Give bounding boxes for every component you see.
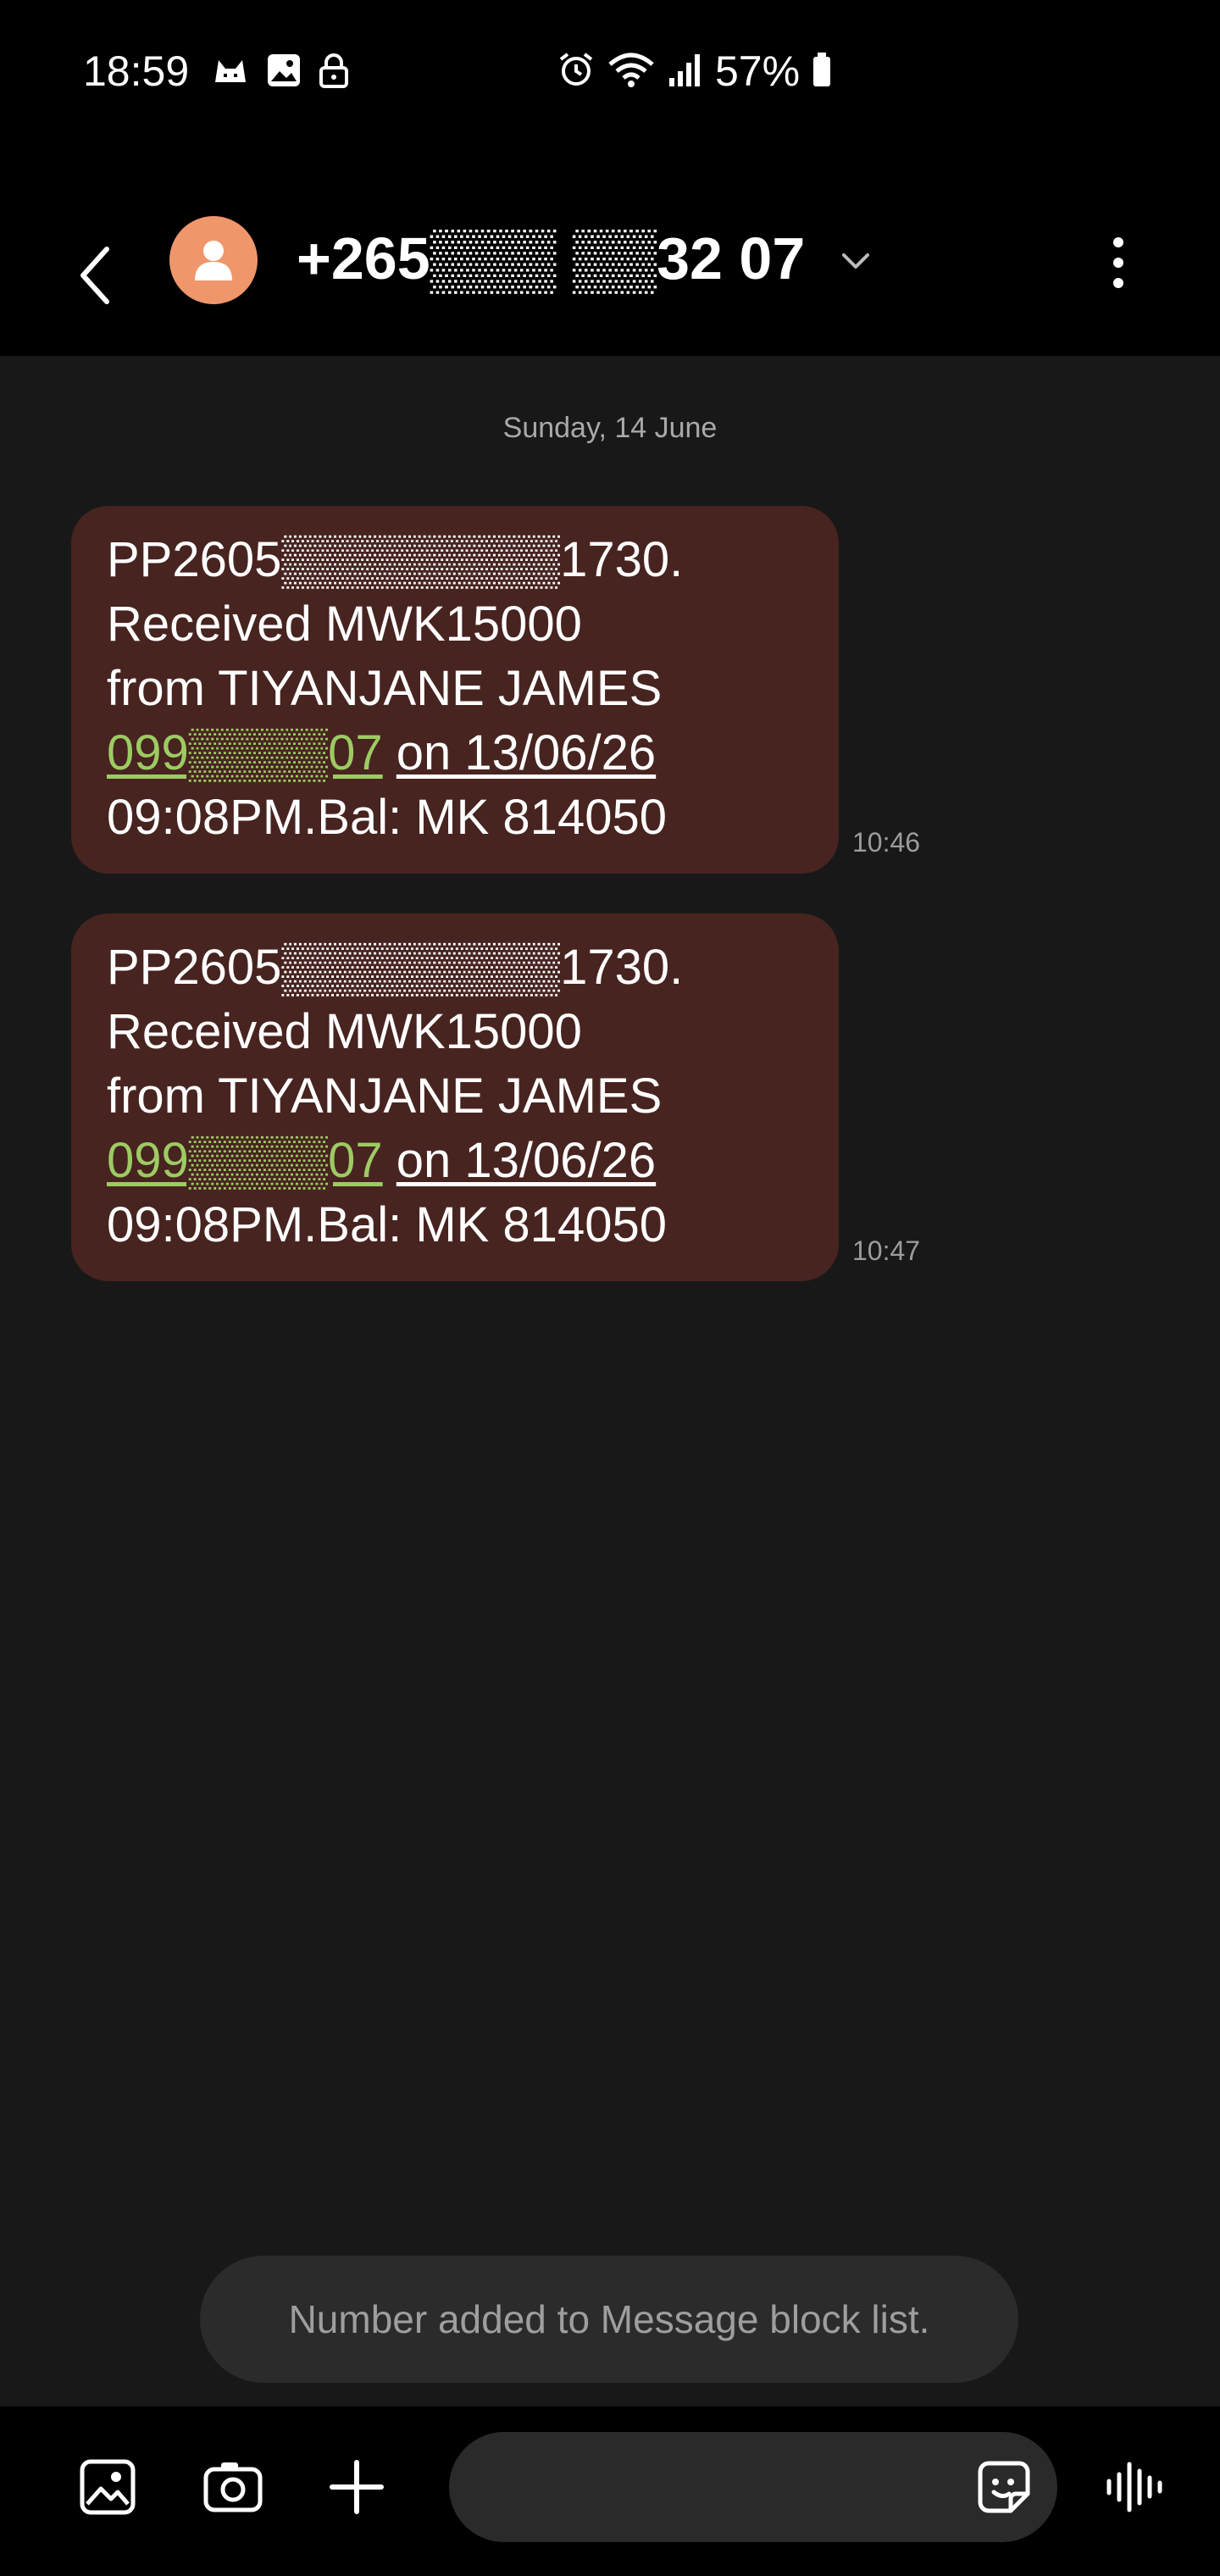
sticker-icon bbox=[978, 2461, 1030, 2513]
camera-button[interactable] bbox=[195, 2449, 271, 2525]
message-line: Received MWK15000 bbox=[107, 1004, 582, 1059]
battery-percentage: 57% bbox=[715, 47, 801, 95]
conversation-header: +265▒▒▒ ▒▒32 07 bbox=[0, 144, 1220, 356]
lock-notification-icon bbox=[319, 53, 349, 92]
cat-notification-icon bbox=[212, 53, 249, 92]
plus-icon bbox=[330, 2460, 384, 2514]
battery-icon bbox=[812, 51, 832, 92]
contact-details-dropdown[interactable] bbox=[839, 244, 873, 278]
status-time: 18:59 bbox=[83, 47, 190, 95]
alarm-icon bbox=[557, 51, 595, 92]
person-icon bbox=[195, 241, 232, 280]
message-bubble[interactable]: PP2605▒▒▒▒▒▒▒▒1730. Received MWK15000 fr… bbox=[71, 506, 839, 874]
date-link[interactable]: on 13/06/26 bbox=[396, 1133, 656, 1188]
wifi-icon bbox=[607, 51, 656, 92]
contact-avatar[interactable] bbox=[169, 216, 258, 304]
message-bubble[interactable]: PP2605▒▒▒▒▒▒▒▒1730. Received MWK15000 fr… bbox=[71, 913, 839, 1281]
message-line-links: 099▒▒▒▒07 on 13/06/26 bbox=[107, 1129, 803, 1193]
message-list[interactable]: Sunday, 14 June PP2605▒▒▒▒▒▒▒▒1730. Rece… bbox=[0, 356, 1220, 2407]
message-line: PP2605▒▒▒▒▒▒▒▒1730. bbox=[107, 532, 684, 587]
contact-number[interactable]: +265▒▒▒ ▒▒32 07 bbox=[297, 225, 805, 292]
message-time: 10:47 bbox=[852, 1235, 921, 1266]
more-options-button[interactable] bbox=[1101, 229, 1135, 297]
message-line: 09:08PM.Bal: MK 814050 bbox=[107, 790, 667, 845]
status-system-icons: 57% bbox=[557, 44, 832, 98]
message-line: from TIYANJANE JAMES bbox=[107, 1069, 663, 1124]
image-icon bbox=[80, 2459, 136, 2515]
attach-button[interactable] bbox=[319, 2449, 395, 2525]
gallery-button[interactable] bbox=[69, 2449, 146, 2525]
voice-record-button[interactable] bbox=[1096, 2449, 1173, 2525]
more-vertical-icon bbox=[1113, 237, 1123, 288]
status-notification-icons bbox=[212, 51, 349, 93]
status-bar: 18:59 57% bbox=[0, 0, 1220, 144]
message-line: Received MWK15000 bbox=[107, 597, 582, 652]
waveform-icon bbox=[1106, 2462, 1162, 2512]
gallery-notification-icon bbox=[266, 53, 302, 92]
message-line-links: 099▒▒▒▒07 on 13/06/26 bbox=[107, 721, 803, 786]
block-list-toast: Number added to Message block list. bbox=[200, 2256, 1018, 2383]
message-composer bbox=[0, 2407, 1220, 2576]
phone-number-link[interactable]: 099▒▒▒▒07 bbox=[107, 1133, 383, 1188]
message-time: 10:46 bbox=[852, 827, 921, 858]
message-line: PP2605▒▒▒▒▒▒▒▒1730. bbox=[107, 940, 684, 995]
message-line: from TIYANJANE JAMES bbox=[107, 661, 663, 716]
camera-icon bbox=[203, 2462, 263, 2512]
date-link[interactable]: on 13/06/26 bbox=[396, 725, 656, 780]
back-button[interactable] bbox=[61, 229, 129, 322]
date-separator: Sunday, 14 June bbox=[502, 412, 718, 444]
phone-number-link[interactable]: 099▒▒▒▒07 bbox=[107, 725, 383, 780]
back-arrow-icon bbox=[80, 247, 109, 304]
emoji-sticker-button[interactable] bbox=[966, 2449, 1042, 2525]
signal-icon bbox=[668, 51, 703, 92]
message-line: 09:08PM.Bal: MK 814050 bbox=[107, 1197, 667, 1252]
chevron-down-icon bbox=[842, 253, 869, 269]
